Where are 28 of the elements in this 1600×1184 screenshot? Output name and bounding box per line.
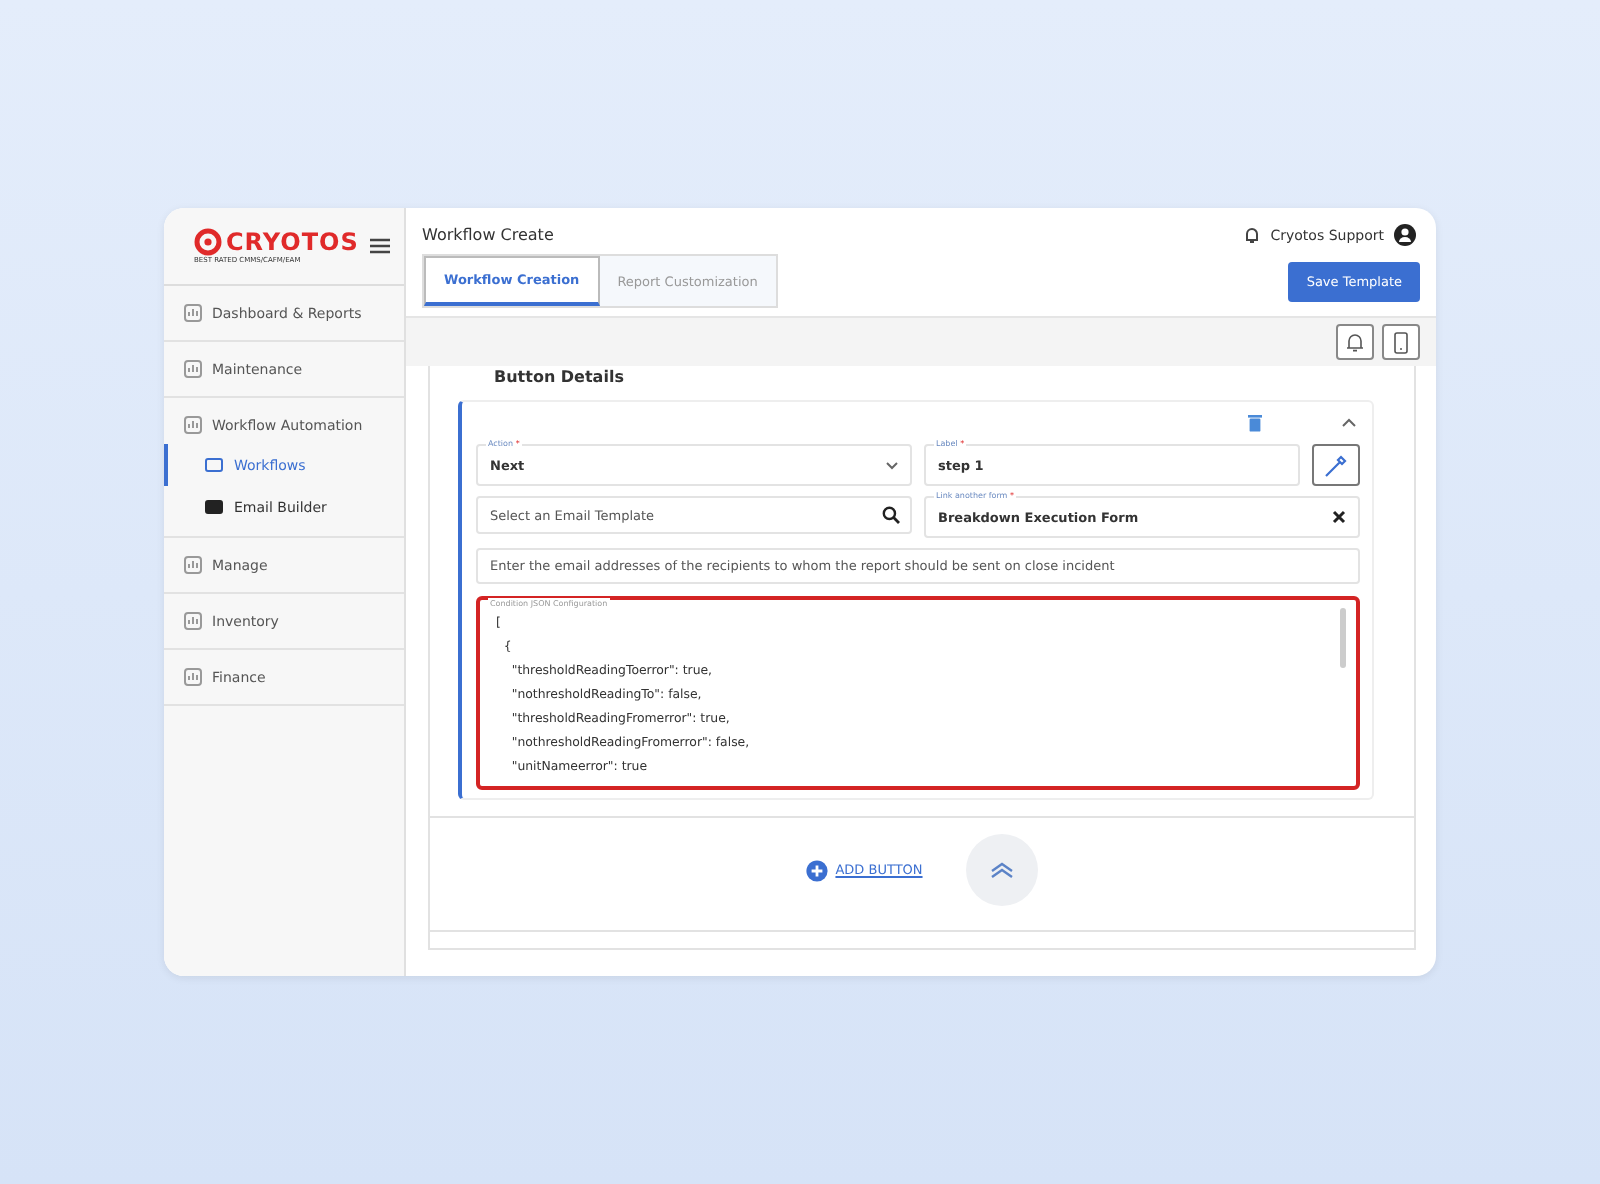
- menu-item-icon: [184, 304, 202, 322]
- double-chevron-up-icon: [990, 862, 1015, 878]
- submenu-icon: [204, 498, 224, 516]
- phone-icon: [1394, 331, 1408, 353]
- user-avatar-icon[interactable]: [1394, 224, 1416, 246]
- menu-item-icon: [184, 556, 202, 574]
- submenu-icon: [204, 456, 224, 474]
- clear-icon[interactable]: [1332, 510, 1346, 524]
- collapse-icon[interactable]: [1342, 418, 1356, 428]
- eyedropper-icon: [1322, 451, 1350, 479]
- plus-circle-icon: [805, 859, 828, 881]
- menu-item-icon: [184, 360, 202, 378]
- menu-item-icon: [184, 416, 202, 434]
- section-title: Button Details: [492, 366, 626, 390]
- notification-button[interactable]: [1336, 324, 1374, 360]
- menu-item-icon: [184, 612, 202, 630]
- delete-icon[interactable]: [1248, 414, 1262, 432]
- color-picker-button[interactable]: [1312, 444, 1360, 486]
- page-title: Workflow Create: [422, 226, 554, 244]
- menu-icon[interactable]: [370, 238, 390, 254]
- search-icon[interactable]: [882, 506, 900, 524]
- logo-text: CRYOTOS: [226, 228, 359, 256]
- menu-item-icon: [184, 668, 202, 686]
- logo-icon: [194, 228, 222, 256]
- bell-icon[interactable]: [1244, 226, 1261, 244]
- caret-icon: [886, 461, 898, 469]
- mobile-preview-button[interactable]: [1382, 324, 1420, 360]
- bell-icon: [1346, 332, 1364, 352]
